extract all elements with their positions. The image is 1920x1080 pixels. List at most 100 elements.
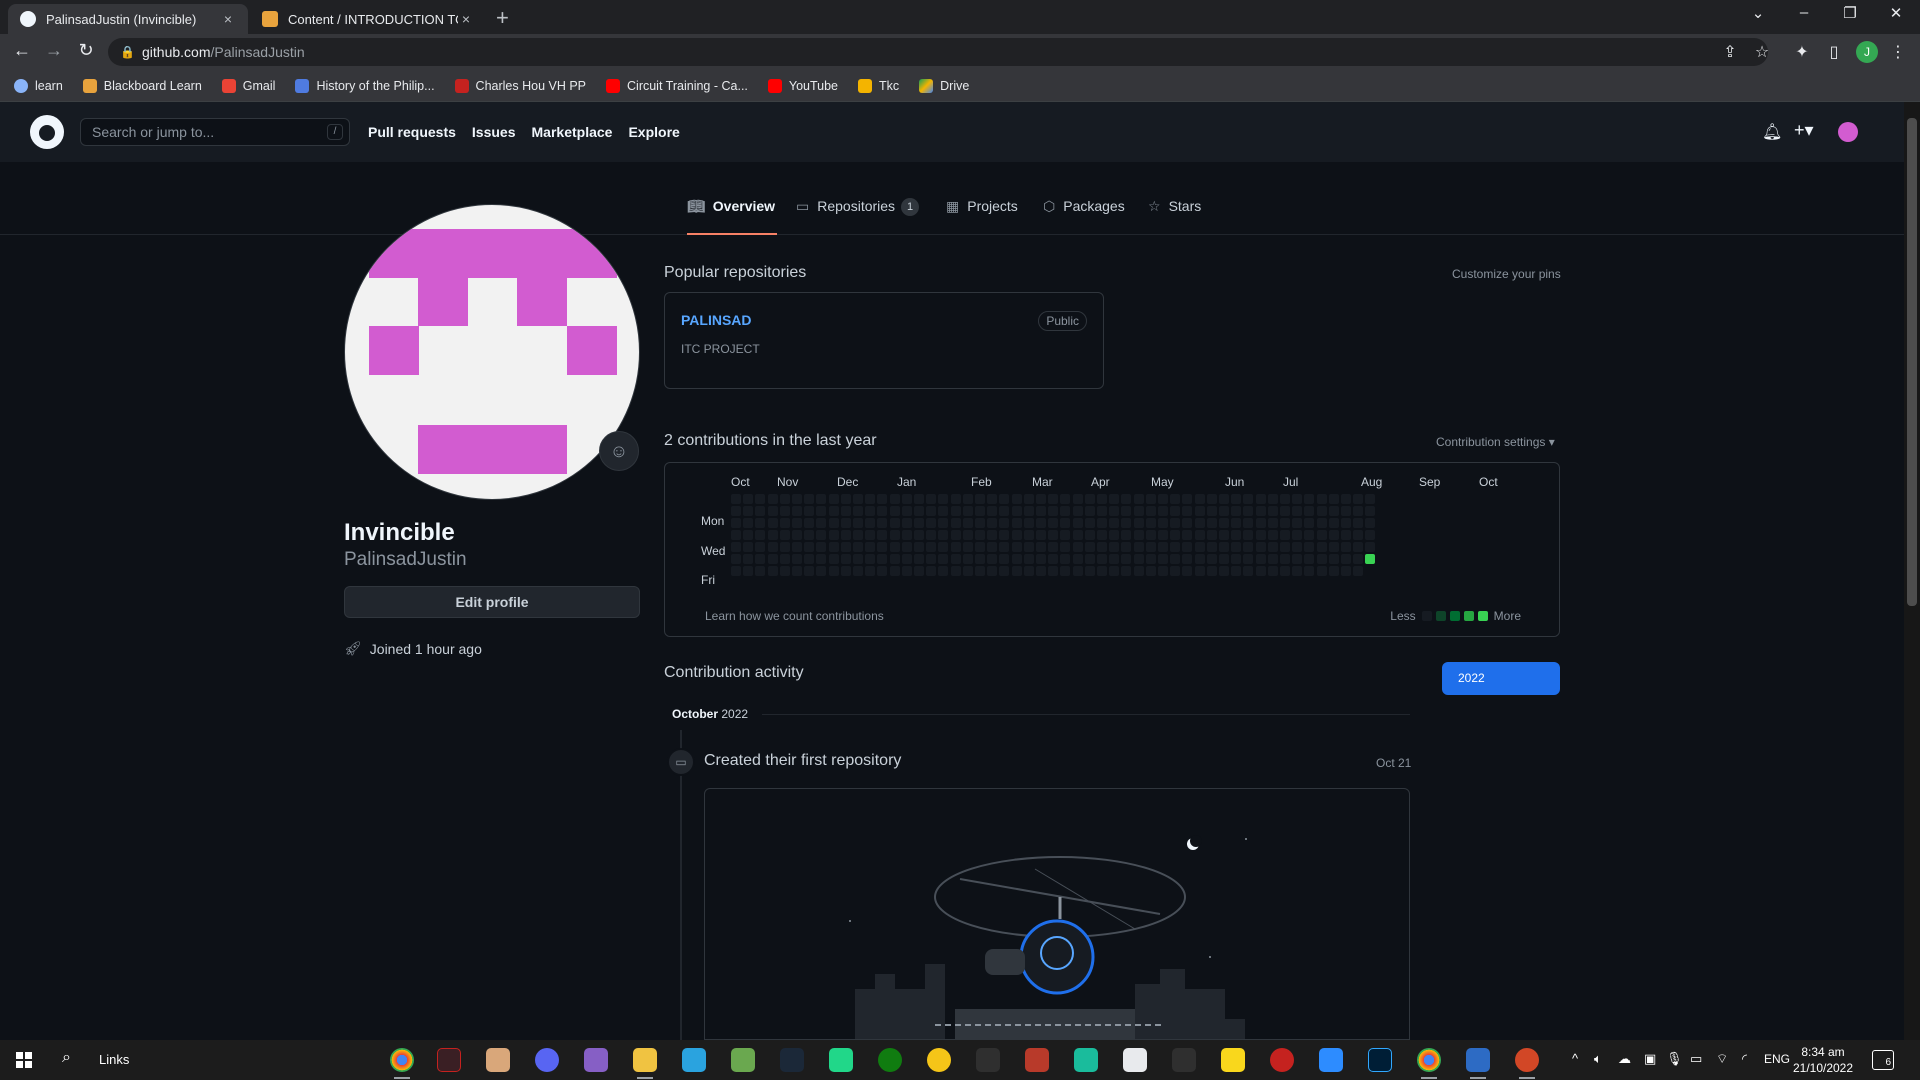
taskbar-xbox-icon[interactable] bbox=[878, 1048, 902, 1072]
contribution-day-cell[interactable] bbox=[999, 554, 1010, 564]
contribution-day-cell[interactable] bbox=[804, 506, 815, 516]
contribution-day-cell[interactable] bbox=[1231, 518, 1242, 528]
contribution-day-cell[interactable] bbox=[1292, 554, 1303, 564]
contribution-day-cell[interactable] bbox=[1011, 542, 1022, 552]
contribution-day-cell[interactable] bbox=[1365, 494, 1376, 504]
contribution-day-cell[interactable] bbox=[1023, 542, 1034, 552]
tray-wifi-icon[interactable]: ◜ bbox=[1742, 1051, 1747, 1067]
contribution-day-cell[interactable] bbox=[1194, 494, 1205, 504]
contribution-day-cell[interactable] bbox=[1243, 566, 1254, 576]
contribution-day-cell[interactable] bbox=[1023, 530, 1034, 540]
contribution-day-cell[interactable] bbox=[1084, 506, 1095, 516]
contribution-day-cell[interactable] bbox=[1011, 566, 1022, 576]
taskbar-clock[interactable]: 8:34 am 21/10/2022 bbox=[1790, 1044, 1856, 1076]
contribution-day-cell[interactable] bbox=[1255, 506, 1266, 516]
contribution-day-cell[interactable] bbox=[926, 566, 937, 576]
contribution-day-cell[interactable] bbox=[938, 542, 949, 552]
contribution-day-cell[interactable] bbox=[743, 554, 754, 564]
contribution-day-cell[interactable] bbox=[1145, 542, 1156, 552]
taskbar-photoshop-icon[interactable] bbox=[1368, 1048, 1392, 1072]
contribution-day-cell[interactable] bbox=[1011, 494, 1022, 504]
taskbar-minecraft-icon[interactable] bbox=[731, 1048, 755, 1072]
contribution-day-cell[interactable] bbox=[1231, 506, 1242, 516]
contribution-day-cell[interactable] bbox=[1267, 494, 1278, 504]
bookmark-star-icon[interactable]: ☆ bbox=[1752, 42, 1772, 62]
contribution-day-cell[interactable] bbox=[1304, 506, 1315, 516]
contribution-day-cell[interactable] bbox=[804, 518, 815, 528]
contribution-day-cell[interactable] bbox=[889, 518, 900, 528]
address-bar[interactable]: 🔒 github.com/PalinsadJustin bbox=[108, 38, 1768, 66]
contribution-day-cell[interactable] bbox=[1353, 566, 1364, 576]
contribution-day-cell[interactable] bbox=[804, 494, 815, 504]
contribution-day-cell[interactable] bbox=[1316, 566, 1327, 576]
contribution-day-cell[interactable] bbox=[1182, 566, 1193, 576]
contribution-day-cell[interactable] bbox=[1060, 554, 1071, 564]
contribution-day-cell[interactable] bbox=[1036, 518, 1046, 528]
taskbar-plex-icon[interactable] bbox=[927, 1048, 951, 1072]
contribution-day-cell[interactable] bbox=[816, 494, 827, 504]
restore-icon[interactable]: ❐ bbox=[1830, 4, 1870, 22]
edit-profile-button[interactable]: Edit profile bbox=[344, 586, 640, 618]
tray-meet-icon[interactable]: ▣ bbox=[1644, 1051, 1656, 1067]
nav-explore[interactable]: Explore bbox=[628, 124, 679, 140]
notification-center-icon[interactable]: 6 bbox=[1872, 1050, 1894, 1070]
tray-overflow-chevron-icon[interactable]: ^ bbox=[1572, 1051, 1578, 1066]
customize-pins-link[interactable]: Customize your pins bbox=[1452, 267, 1561, 281]
contribution-day-cell[interactable] bbox=[1109, 530, 1120, 540]
links-toolbar[interactable]: Links bbox=[99, 1052, 129, 1067]
taskbar-notepad-icon[interactable] bbox=[1123, 1048, 1147, 1072]
contribution-day-cell[interactable] bbox=[1255, 530, 1266, 540]
contribution-day-cell[interactable] bbox=[1048, 554, 1059, 564]
contribution-day-cell[interactable] bbox=[792, 518, 802, 528]
contribution-day-cell[interactable] bbox=[1121, 566, 1132, 576]
contribution-day-cell[interactable] bbox=[1316, 494, 1327, 504]
contribution-day-cell[interactable] bbox=[731, 554, 741, 564]
contribution-day-cell[interactable] bbox=[999, 542, 1010, 552]
contribution-day-cell[interactable] bbox=[1341, 542, 1351, 552]
bookmark-blackboard[interactable]: Blackboard Learn bbox=[82, 78, 202, 93]
contribution-day-cell[interactable] bbox=[914, 494, 924, 504]
contribution-day-cell[interactable] bbox=[1328, 566, 1339, 576]
contribution-day-cell[interactable] bbox=[938, 506, 949, 516]
contribution-day-cell[interactable] bbox=[950, 566, 961, 576]
contribution-day-cell[interactable] bbox=[1060, 566, 1071, 576]
contribution-day-cell[interactable] bbox=[1023, 506, 1034, 516]
contribution-day-cell[interactable] bbox=[1109, 494, 1120, 504]
contribution-day-cell[interactable] bbox=[962, 566, 973, 576]
contribution-day-cell[interactable] bbox=[1133, 566, 1144, 576]
contribution-day-cell[interactable] bbox=[1219, 494, 1229, 504]
contribution-day-cell[interactable] bbox=[1072, 542, 1083, 552]
taskbar-sticky-notes-icon[interactable] bbox=[1221, 1048, 1245, 1072]
contribution-day-cell[interactable] bbox=[1194, 566, 1205, 576]
tray-language[interactable]: ENG bbox=[1764, 1052, 1790, 1066]
contribution-day-cell[interactable] bbox=[1243, 494, 1254, 504]
contribution-day-cell[interactable] bbox=[1243, 530, 1254, 540]
contribution-day-cell[interactable] bbox=[1084, 518, 1095, 528]
contribution-day-cell[interactable] bbox=[999, 494, 1010, 504]
contribution-day-cell[interactable] bbox=[1170, 530, 1181, 540]
contribution-day-cell[interactable] bbox=[840, 506, 851, 516]
contribution-day-cell[interactable] bbox=[1316, 506, 1327, 516]
taskbar-cat-icon[interactable] bbox=[1172, 1048, 1196, 1072]
contribution-day-cell[interactable] bbox=[877, 530, 888, 540]
contribution-day-cell[interactable] bbox=[755, 506, 766, 516]
contribution-day-cell[interactable] bbox=[1084, 542, 1095, 552]
contribution-day-cell[interactable] bbox=[1011, 518, 1022, 528]
bookmark-charles[interactable]: Charles Hou VH PP bbox=[454, 78, 586, 93]
minimize-icon[interactable]: – bbox=[1784, 4, 1824, 21]
contribution-day-cell[interactable] bbox=[1341, 494, 1351, 504]
contribution-day-cell[interactable] bbox=[950, 530, 961, 540]
contribution-day-cell[interactable] bbox=[877, 506, 888, 516]
contribution-day-cell[interactable] bbox=[1036, 530, 1046, 540]
contribution-day-cell[interactable] bbox=[1292, 566, 1303, 576]
contribution-day-cell[interactable] bbox=[792, 566, 802, 576]
chrome-profile-avatar[interactable]: J bbox=[1856, 41, 1878, 63]
contribution-day-cell[interactable] bbox=[1109, 518, 1120, 528]
contribution-day-cell[interactable] bbox=[999, 566, 1010, 576]
contribution-day-cell[interactable] bbox=[1194, 506, 1205, 516]
contribution-day-cell[interactable] bbox=[1133, 542, 1144, 552]
contribution-day-cell[interactable] bbox=[938, 494, 949, 504]
bookmark-learn[interactable]: learn bbox=[14, 78, 63, 93]
contribution-day-cell[interactable] bbox=[1170, 542, 1181, 552]
contribution-day-cell[interactable] bbox=[779, 566, 790, 576]
